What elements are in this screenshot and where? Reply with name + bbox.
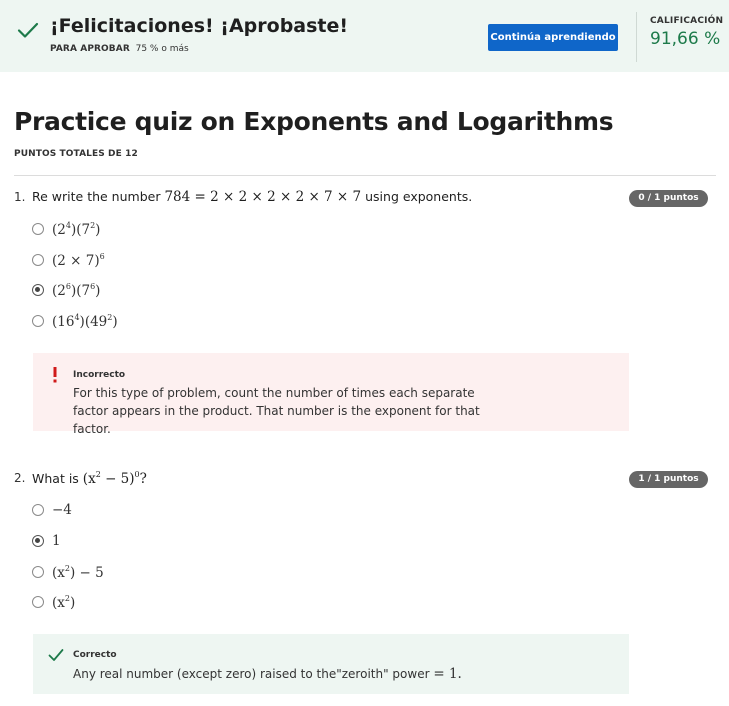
- answer-option[interactable]: (x2) − 5: [32, 562, 104, 582]
- divider: [14, 175, 716, 176]
- answer-option[interactable]: −4: [32, 500, 72, 520]
- question-text-start: Re write the number: [32, 189, 161, 204]
- radio-button-selected[interactable]: [32, 284, 44, 296]
- radio-button[interactable]: [32, 566, 44, 578]
- grade-value: 91,66 %: [650, 29, 721, 49]
- points-badge: 0 / 1 puntos: [629, 190, 708, 207]
- check-icon: [17, 22, 39, 38]
- total-points: PUNTOS TOTALES DE 12: [14, 149, 138, 159]
- radio-button[interactable]: [32, 315, 44, 327]
- pass-requirement: PARA APROBAR 75 % o más: [50, 44, 189, 54]
- pass-banner: ¡Felicitaciones! ¡Aprobaste! PARA APROBA…: [0, 0, 729, 72]
- option-label: (24)(72): [52, 220, 101, 238]
- option-label: 1: [52, 533, 61, 549]
- option-label: (x2): [52, 593, 76, 611]
- radio-button[interactable]: [32, 596, 44, 608]
- radio-button[interactable]: [32, 254, 44, 266]
- answer-option-selected[interactable]: 1: [32, 531, 61, 551]
- pass-value: 75 % o más: [135, 44, 189, 54]
- answer-option-selected[interactable]: (26)(76): [32, 280, 100, 300]
- radio-button[interactable]: [32, 504, 44, 516]
- feedback-correct: Correcto Any real number (except zero) r…: [33, 634, 629, 694]
- feedback-status: Correcto: [73, 650, 117, 660]
- answer-option[interactable]: (164)(492): [32, 311, 118, 331]
- divider: [636, 12, 637, 62]
- pass-label: PARA APROBAR: [50, 44, 130, 54]
- option-label: (164)(492): [52, 312, 118, 330]
- page-title: Practice quiz on Exponents and Logarithm…: [14, 107, 614, 136]
- exclamation-icon: [53, 367, 57, 383]
- answer-option[interactable]: (2 × 7)6: [32, 250, 105, 270]
- question-text: What is (x2 − 5)0?: [32, 470, 147, 487]
- question-math: 784 = 2 × 2 × 2 × 2 × 7 × 7: [164, 189, 362, 205]
- feedback-incorrect: Incorrecto For this type of problem, cou…: [33, 353, 629, 436]
- feedback-status: Incorrecto: [73, 370, 126, 380]
- radio-button[interactable]: [32, 223, 44, 235]
- continue-learning-button[interactable]: Continúa aprendiendo: [488, 24, 618, 51]
- grade-label: CALIFICACIÓN: [650, 16, 724, 26]
- question-math: (x2 − 5)0?: [82, 470, 147, 487]
- question-number: 2.: [14, 471, 26, 485]
- option-label: (x2) − 5: [52, 563, 104, 581]
- question-text-end: using exponents.: [365, 189, 473, 204]
- option-label: (26)(76): [52, 281, 101, 299]
- option-label: (2 × 7)6: [52, 251, 105, 269]
- radio-button-selected[interactable]: [32, 535, 44, 547]
- feedback-body: Any real number (except zero) raised to …: [73, 666, 462, 682]
- option-label: −4: [52, 502, 72, 518]
- answer-option[interactable]: (24)(72): [32, 219, 100, 239]
- question-text: Re write the number 784 = 2 × 2 × 2 × 2 …: [32, 189, 472, 205]
- points-badge: 1 / 1 puntos: [629, 471, 708, 488]
- feedback-body: For this type of problem, count the numb…: [73, 386, 480, 436]
- question-text-start: What is: [32, 471, 79, 486]
- answer-option[interactable]: (x2): [32, 592, 75, 612]
- banner-title: ¡Felicitaciones! ¡Aprobaste!: [50, 15, 349, 37]
- check-icon: [48, 649, 64, 661]
- question-number: 1.: [14, 190, 26, 204]
